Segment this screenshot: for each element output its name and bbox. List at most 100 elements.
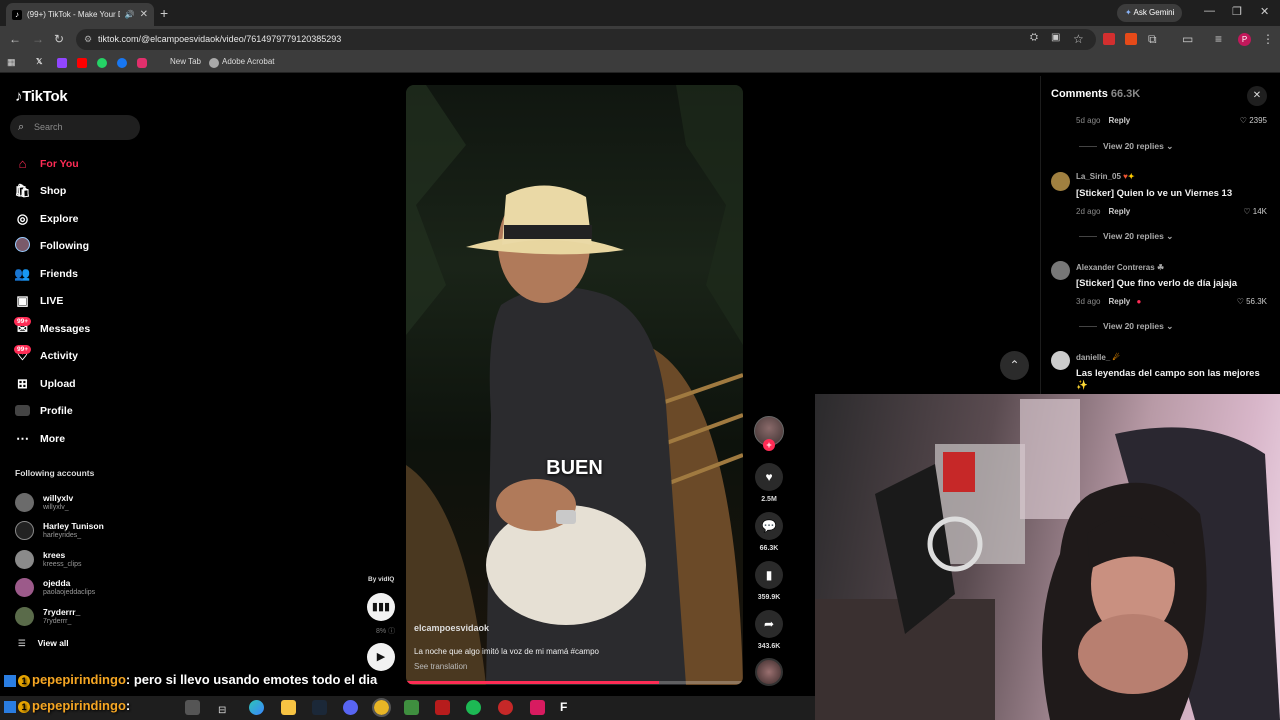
following-account[interactable]: willyxlv willyxlv_ bbox=[15, 488, 145, 517]
close-tab-icon[interactable]: ✕ bbox=[140, 9, 148, 20]
instagram-icon[interactable] bbox=[137, 58, 147, 68]
like-button[interactable]: ♥ 2.5M bbox=[754, 463, 784, 503]
avatar[interactable] bbox=[1051, 261, 1070, 280]
comment-username[interactable]: danielle_ ☄ bbox=[1076, 353, 1120, 362]
see-translation-link[interactable]: See translation bbox=[414, 662, 467, 671]
app-icon[interactable] bbox=[530, 700, 545, 715]
youtube-icon[interactable] bbox=[77, 58, 87, 68]
app-icon[interactable] bbox=[498, 700, 513, 715]
music-disc-icon[interactable] bbox=[755, 658, 783, 686]
url-field[interactable]: ⚙ tiktok.com/@elcampoesvidaok/video/7614… bbox=[76, 29, 1096, 50]
following-account[interactable]: krees kreess_clips bbox=[15, 545, 145, 574]
side-panel-icon[interactable]: ▭ bbox=[1182, 32, 1193, 46]
following-account[interactable]: Harley Tunison harleyrides_ bbox=[15, 517, 145, 546]
following-account[interactable]: ojedda paolaojeddaclips bbox=[15, 574, 145, 603]
video-progress-bar[interactable] bbox=[406, 681, 743, 684]
sidebar-item-messages[interactable]: ✉ 99+ Messages bbox=[14, 315, 144, 343]
comment-username[interactable]: La_Sirin_05 ♥✦ bbox=[1076, 172, 1135, 181]
translate-icon[interactable]: ⛭ bbox=[1030, 32, 1038, 43]
tiktok-logo[interactable]: ♪TikTok bbox=[15, 88, 68, 105]
reply-button[interactable]: Reply bbox=[1108, 207, 1130, 216]
bookmark-star-icon[interactable]: ☆ bbox=[1073, 32, 1084, 46]
new-tab-button[interactable]: + bbox=[160, 5, 168, 21]
emoji-icon: ☘ bbox=[1156, 263, 1165, 272]
task-view-icon[interactable]: ⊟ bbox=[218, 700, 233, 716]
avatar[interactable] bbox=[1051, 351, 1070, 370]
file-explorer-icon[interactable] bbox=[281, 700, 296, 715]
save-button[interactable]: ▮ 359.9K bbox=[754, 561, 784, 601]
sidebar-item-upload[interactable]: ⊞ Upload bbox=[14, 370, 144, 398]
close-window-icon[interactable]: ✕ bbox=[1260, 5, 1269, 18]
comment-like-button[interactable]: ♡ 2395 bbox=[1229, 116, 1267, 125]
close-comments-button[interactable]: ✕ bbox=[1247, 86, 1267, 106]
sidebar-item-for-you[interactable]: ⌂ For You bbox=[14, 150, 144, 178]
search-input[interactable]: ⌕ Search bbox=[10, 115, 140, 140]
video-player[interactable]: BUEN elcampoesvidaok La noche que algo i… bbox=[406, 85, 743, 685]
reload-icon[interactable]: ↻ bbox=[54, 32, 64, 46]
taskbar-thumbnail[interactable] bbox=[185, 700, 200, 715]
following-account[interactable]: 7ryderrr_ 7ryderrr_ bbox=[15, 602, 145, 631]
comment-username[interactable]: Alexander Contreras ☘ bbox=[1076, 263, 1164, 272]
reply-button[interactable]: Reply bbox=[1108, 116, 1130, 125]
discord-icon[interactable] bbox=[343, 700, 358, 715]
view-replies-button[interactable]: View 20 replies ⌄ bbox=[1079, 321, 1173, 332]
spotify-icon[interactable] bbox=[466, 700, 481, 715]
steam-icon[interactable] bbox=[312, 700, 327, 715]
avatar bbox=[15, 492, 34, 512]
site-info-icon[interactable]: ⚙ bbox=[84, 29, 92, 50]
view-replies-button[interactable]: View 20 replies ⌄ bbox=[1079, 141, 1173, 152]
bookmark-new-tab[interactable]: New Tab bbox=[170, 57, 201, 66]
avatar[interactable] bbox=[1051, 172, 1070, 191]
extension-icon[interactable] bbox=[1125, 33, 1137, 45]
facebook-icon[interactable] bbox=[117, 58, 127, 68]
heart-outline-icon: ♡ bbox=[1239, 116, 1247, 125]
apps-grid-icon[interactable]: ▦ bbox=[7, 57, 16, 68]
sidebar-item-following[interactable]: Following bbox=[14, 233, 144, 261]
sidebar-item-shop[interactable]: 🛍 Shop bbox=[14, 178, 144, 206]
forward-icon[interactable]: → bbox=[32, 32, 44, 46]
browser-tab[interactable]: ♪ (99+) TikTok - Make Your D... 🔊 ✕ bbox=[6, 3, 154, 26]
profile-avatar[interactable]: P bbox=[1238, 33, 1251, 46]
whatsapp-icon[interactable] bbox=[97, 58, 107, 68]
view-replies-button[interactable]: View 20 replies ⌄ bbox=[1079, 231, 1173, 242]
reply-button[interactable]: Reply bbox=[1108, 297, 1130, 306]
chrome-icon[interactable] bbox=[372, 698, 391, 717]
comment-like-button[interactable]: ♡ 56.3K bbox=[1229, 297, 1267, 306]
cast-icon[interactable]: ▣ bbox=[1051, 32, 1060, 43]
copilot-icon[interactable] bbox=[249, 700, 264, 715]
tab-search-icon[interactable]: ≡ bbox=[1215, 32, 1222, 46]
maximize-icon[interactable]: ❐ bbox=[1232, 5, 1242, 18]
bookmark-adobe-acrobat[interactable]: Adobe Acrobat bbox=[222, 57, 274, 66]
app-icon[interactable]: F bbox=[560, 700, 575, 715]
sidebar-item-live[interactable]: ▣ LIVE bbox=[14, 288, 144, 316]
sidebar-item-explore[interactable]: ◎ Explore bbox=[14, 205, 144, 233]
scroll-up-button[interactable]: ⌃ bbox=[1000, 351, 1029, 380]
extension-icon[interactable] bbox=[1103, 33, 1115, 45]
back-icon[interactable]: ← bbox=[9, 32, 21, 46]
speaker-icon[interactable]: 🔊 bbox=[125, 10, 135, 19]
x-icon[interactable]: 𝕏 bbox=[36, 57, 42, 66]
sidebar-item-profile[interactable]: Profile bbox=[14, 398, 144, 426]
webcam-overlay bbox=[815, 394, 1280, 720]
share-button[interactable]: ➦ 343.6K bbox=[754, 610, 784, 650]
emoji-icon: ☄ bbox=[1112, 353, 1120, 362]
extensions-puzzle-icon[interactable]: ⧉ bbox=[1148, 32, 1157, 47]
app-icon[interactable] bbox=[435, 700, 450, 715]
comment-like-button[interactable]: ♡ 14K bbox=[1229, 207, 1267, 216]
comment-button[interactable]: 💬 66.3K bbox=[754, 512, 784, 552]
badge-icon bbox=[4, 674, 16, 687]
view-all-link[interactable]: ☰ View all bbox=[18, 638, 69, 649]
vidiq-stats-button[interactable]: ▮▮▮ bbox=[367, 593, 395, 621]
ask-gemini-button[interactable]: ✦ Ask Gemini bbox=[1117, 4, 1183, 22]
sidebar-item-friends[interactable]: 👥 Friends bbox=[14, 260, 144, 288]
sidebar-item-activity[interactable]: ♡ 99+ Activity bbox=[14, 343, 144, 371]
sidebar-item-more[interactable]: ⋯ More bbox=[14, 425, 144, 453]
video-creator[interactable]: elcampoesvidaok bbox=[414, 623, 489, 633]
minimize-icon[interactable]: — bbox=[1204, 5, 1215, 17]
follow-plus-icon[interactable]: + bbox=[763, 439, 775, 451]
comment-count: 66.3K bbox=[759, 545, 779, 552]
app-icon[interactable] bbox=[404, 700, 419, 715]
play-button[interactable]: ▶ bbox=[367, 643, 395, 671]
twitch-icon[interactable] bbox=[57, 58, 67, 68]
menu-kebab-icon[interactable]: ⋮ bbox=[1262, 32, 1274, 46]
